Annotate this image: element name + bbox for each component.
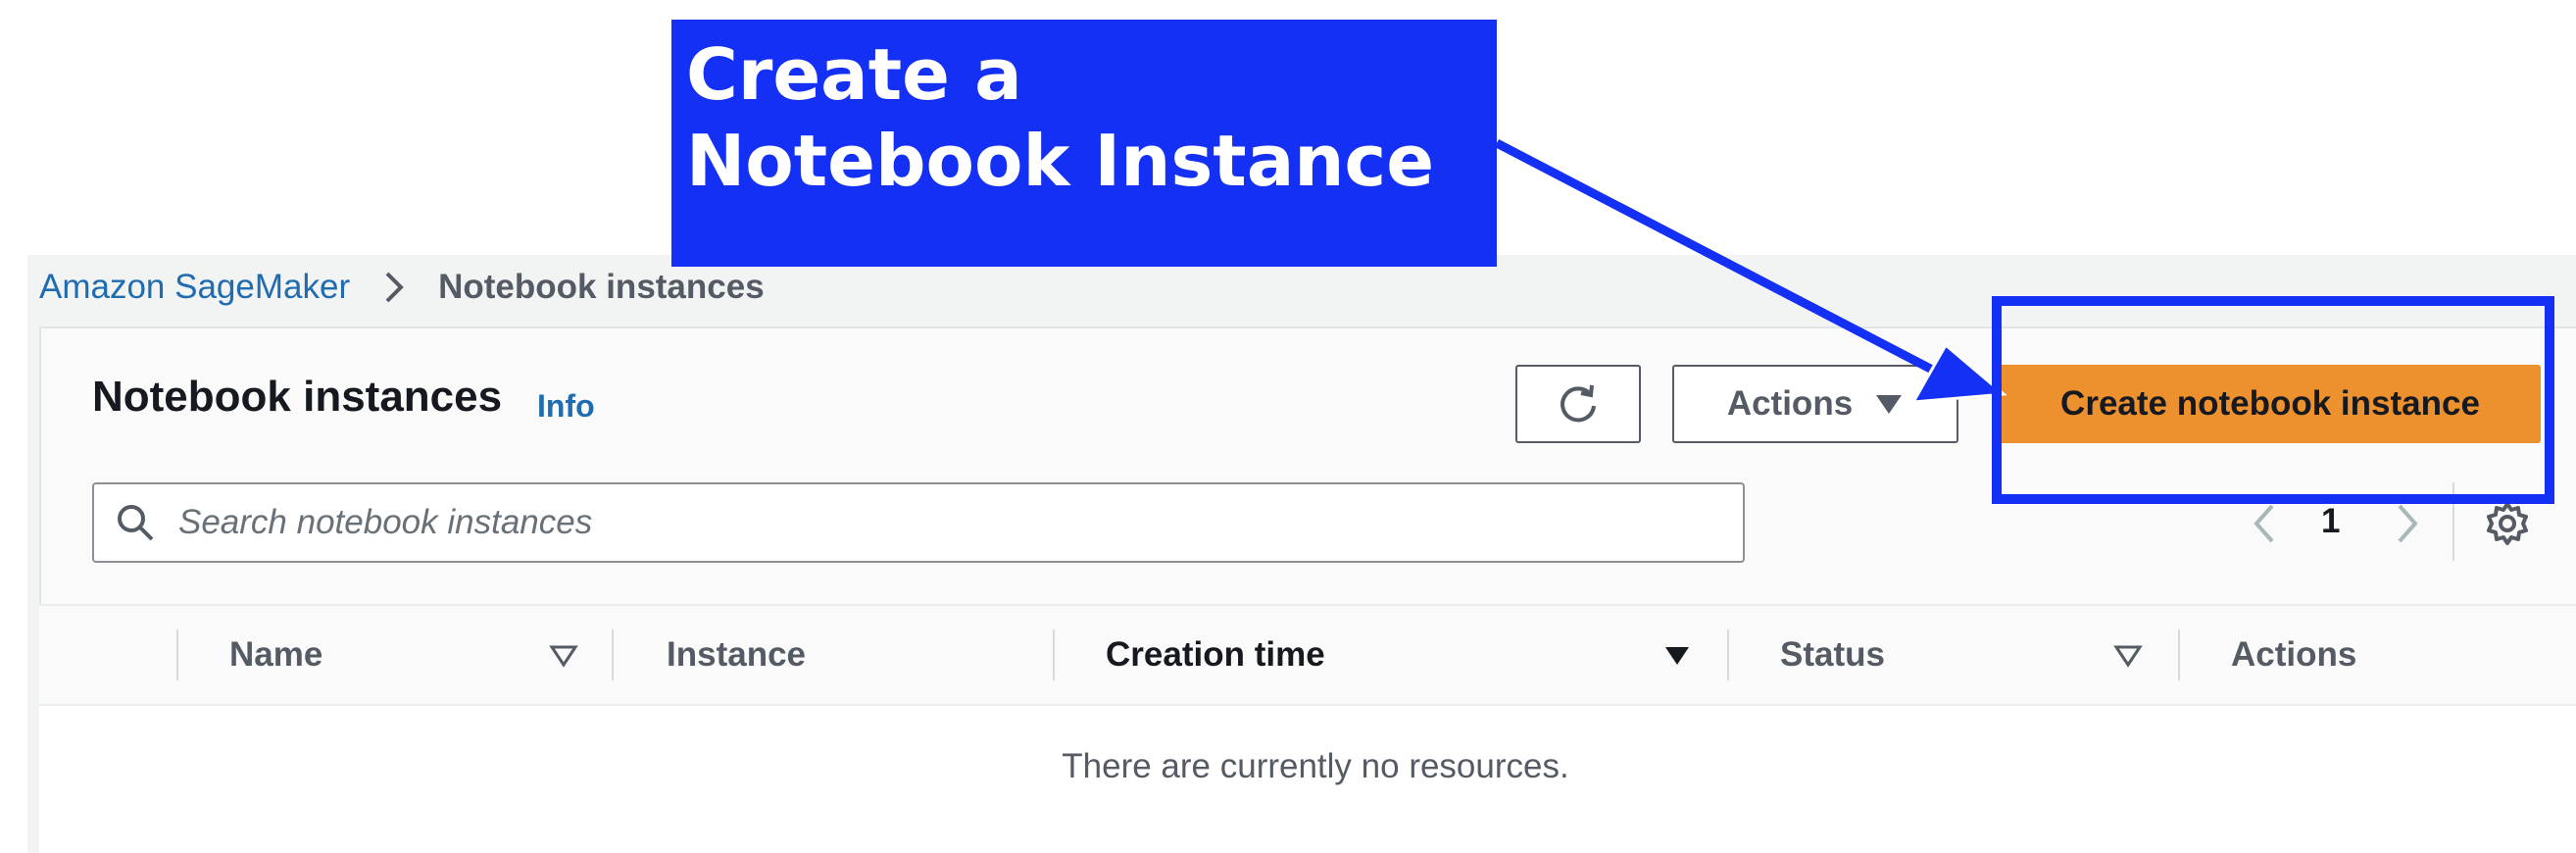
info-link[interactable]: Info: [537, 388, 595, 425]
sort-icon[interactable]: [549, 643, 578, 669]
column-divider: [2178, 629, 2180, 680]
actions-dropdown-button[interactable]: Actions: [1672, 365, 1958, 443]
annotation-text: Create a Notebook Instance: [686, 31, 1490, 204]
chevron-right-icon[interactable]: [2388, 502, 2427, 545]
search-field[interactable]: [92, 482, 1745, 563]
column-header-instance[interactable]: Instance: [667, 604, 806, 706]
highlight-frame: [1992, 296, 2554, 504]
gear-icon[interactable]: [2484, 500, 2531, 547]
refresh-icon: [1560, 384, 1596, 423]
column-header-actions: Actions: [2231, 635, 2357, 674]
search-icon: [118, 505, 154, 541]
actions-button-label: Actions: [1726, 384, 1854, 423]
sort-descending-icon[interactable]: [1662, 643, 1692, 669]
column-header-creation-time[interactable]: Creation time: [1106, 604, 1325, 706]
column-divider: [176, 629, 178, 680]
empty-state-message: There are currently no resources.: [1062, 747, 1569, 785]
breadcrumb-current: Notebook instances: [438, 268, 765, 306]
page-title: Notebook instances: [92, 373, 503, 421]
search-input[interactable]: [176, 502, 1743, 543]
breadcrumb: Amazon SageMaker Notebook instances: [39, 263, 765, 312]
column-header-name[interactable]: Name: [229, 604, 322, 706]
current-page-number[interactable]: 1: [2321, 502, 2340, 541]
sort-icon[interactable]: [2113, 643, 2143, 669]
refresh-button[interactable]: [1515, 365, 1641, 443]
caret-down-icon: [1876, 395, 1903, 414]
column-header-status[interactable]: Status: [1780, 604, 1885, 706]
breadcrumb-root-link[interactable]: Amazon SageMaker: [39, 268, 350, 307]
annotation-line-1: Create a: [686, 33, 1022, 116]
column-divider: [612, 629, 614, 680]
annotation-line-2: Notebook Instance: [686, 120, 1435, 202]
chevron-left-icon[interactable]: [2245, 502, 2284, 545]
chevron-right-icon: [385, 272, 404, 303]
column-divider: [1053, 629, 1055, 680]
column-divider: [1727, 629, 1729, 680]
